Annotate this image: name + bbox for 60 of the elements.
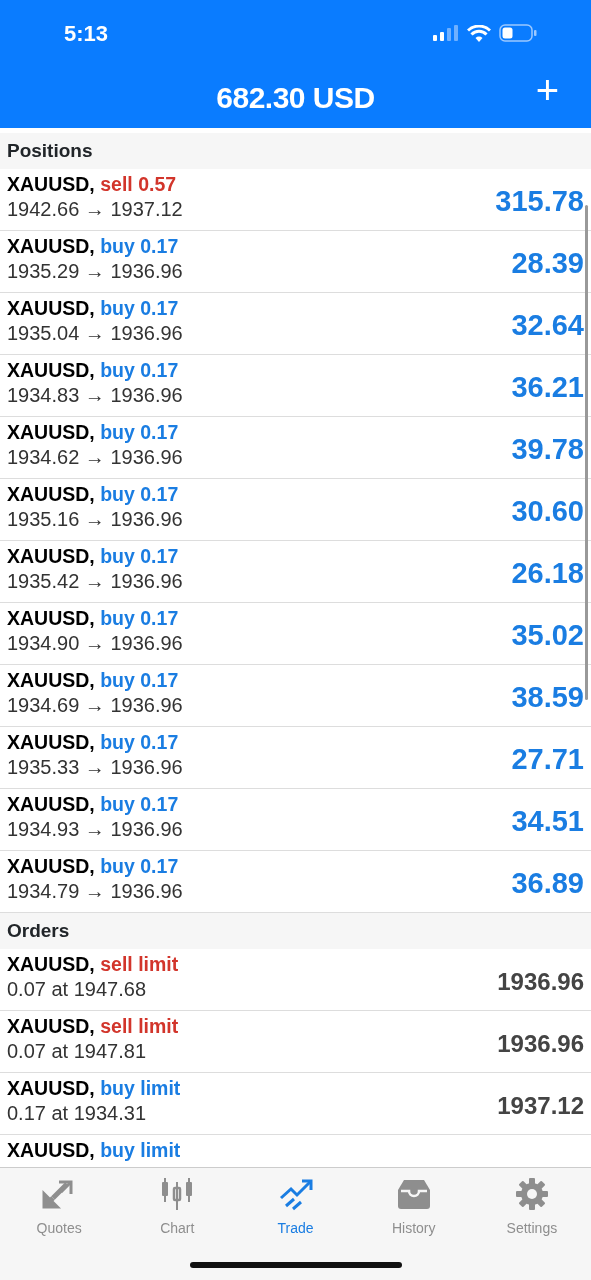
account-balance: 682.30 USD <box>216 79 375 116</box>
instrument-label: XAUUSD, buy 0.17 <box>7 421 180 445</box>
order-price: 1936.96 <box>497 1028 584 1059</box>
position-row[interactable]: XAUUSD, buy 0.17 1935.33 → 1936.96 27.71 <box>0 727 591 789</box>
instrument-label: XAUUSD, buy 0.17 <box>7 297 180 321</box>
price-change: 1942.66 → 1937.12 <box>7 197 183 223</box>
instrument-label: XAUUSD, buy limit <box>7 1139 181 1163</box>
profit-value: 28.39 <box>511 245 584 281</box>
profit-value: 39.78 <box>511 431 584 467</box>
profit-value: 26.18 <box>511 555 584 591</box>
instrument-label: XAUUSD, buy 0.17 <box>7 793 180 817</box>
order-detail: 0.07 at 1947.68 <box>7 977 147 1003</box>
position-row[interactable]: XAUUSD, buy 0.17 1934.93 → 1936.96 34.51 <box>0 789 591 851</box>
price-change: 1934.93 → 1936.96 <box>7 817 183 843</box>
profit-value: 315.78 <box>495 183 584 219</box>
profit-value: 34.51 <box>511 803 584 839</box>
instrument-label: XAUUSD, buy 0.17 <box>7 669 180 693</box>
price-change: 1934.69 → 1936.96 <box>7 693 183 719</box>
instrument-label: XAUUSD, sell 0.57 <box>7 173 178 197</box>
section-header: Orders <box>0 913 591 949</box>
instrument-label: XAUUSD, buy 0.17 <box>7 483 180 507</box>
battery-icon <box>499 24 537 42</box>
order-row[interactable]: XAUUSD, buy limit 0.17 at 1934.31 1937.12 <box>0 1073 591 1135</box>
instrument-label: XAUUSD, buy 0.17 <box>7 607 180 631</box>
price-change: 1935.04 → 1936.96 <box>7 321 183 347</box>
instrument-label: XAUUSD, buy 0.17 <box>7 545 180 569</box>
order-row[interactable]: XAUUSD, sell limit 0.07 at 1947.68 1936.96 <box>0 949 591 1011</box>
instrument-label: XAUUSD, sell limit <box>7 1015 179 1039</box>
profit-value: 36.21 <box>511 369 584 405</box>
instrument-label: XAUUSD, buy 0.17 <box>7 235 180 259</box>
profit-value: 27.71 <box>511 741 584 777</box>
price-change: 1934.83 → 1936.96 <box>7 383 183 409</box>
profit-value: 30.60 <box>511 493 584 529</box>
profit-value: 36.89 <box>511 865 584 901</box>
instrument-label: XAUUSD, buy 0.17 <box>7 855 180 879</box>
profit-value: 32.64 <box>511 307 584 343</box>
order-row[interactable]: XAUUSD, sell limit 0.07 at 1947.81 1936.96 <box>0 1011 591 1073</box>
status-time: 5:13 <box>64 19 109 48</box>
order-detail: 0.07 at 1947.81 <box>7 1039 147 1065</box>
price-change: 1935.16 → 1936.96 <box>7 507 183 533</box>
price-change: 1934.79 → 1936.96 <box>7 879 183 905</box>
profit-value: 35.02 <box>511 617 584 653</box>
order-price: 1937.12 <box>497 1090 584 1121</box>
price-change: 1934.90 → 1936.96 <box>7 631 183 657</box>
instrument-label: XAUUSD, buy limit <box>7 1077 181 1101</box>
profit-value: 38.59 <box>511 679 584 715</box>
price-change: 1935.29 → 1936.96 <box>7 259 183 285</box>
price-change: 1934.62 → 1936.96 <box>7 445 183 471</box>
tab-item[interactable]: Trade <box>236 1168 355 1240</box>
instrument-label: XAUUSD, sell limit <box>7 953 179 977</box>
signal-icon <box>433 25 459 41</box>
price-change: 1935.33 → 1936.96 <box>7 755 183 781</box>
instrument-label: XAUUSD, buy 0.17 <box>7 359 180 383</box>
add-button[interactable]: + <box>531 70 563 110</box>
price-change: 1935.42 → 1936.96 <box>7 569 183 595</box>
wifi-icon <box>467 24 491 42</box>
order-detail: 0.17 at 1934.31 <box>7 1101 147 1127</box>
instrument-label: XAUUSD, buy 0.17 <box>7 731 180 755</box>
section-header: Positions <box>0 133 591 169</box>
order-price: 1936.96 <box>497 966 584 997</box>
